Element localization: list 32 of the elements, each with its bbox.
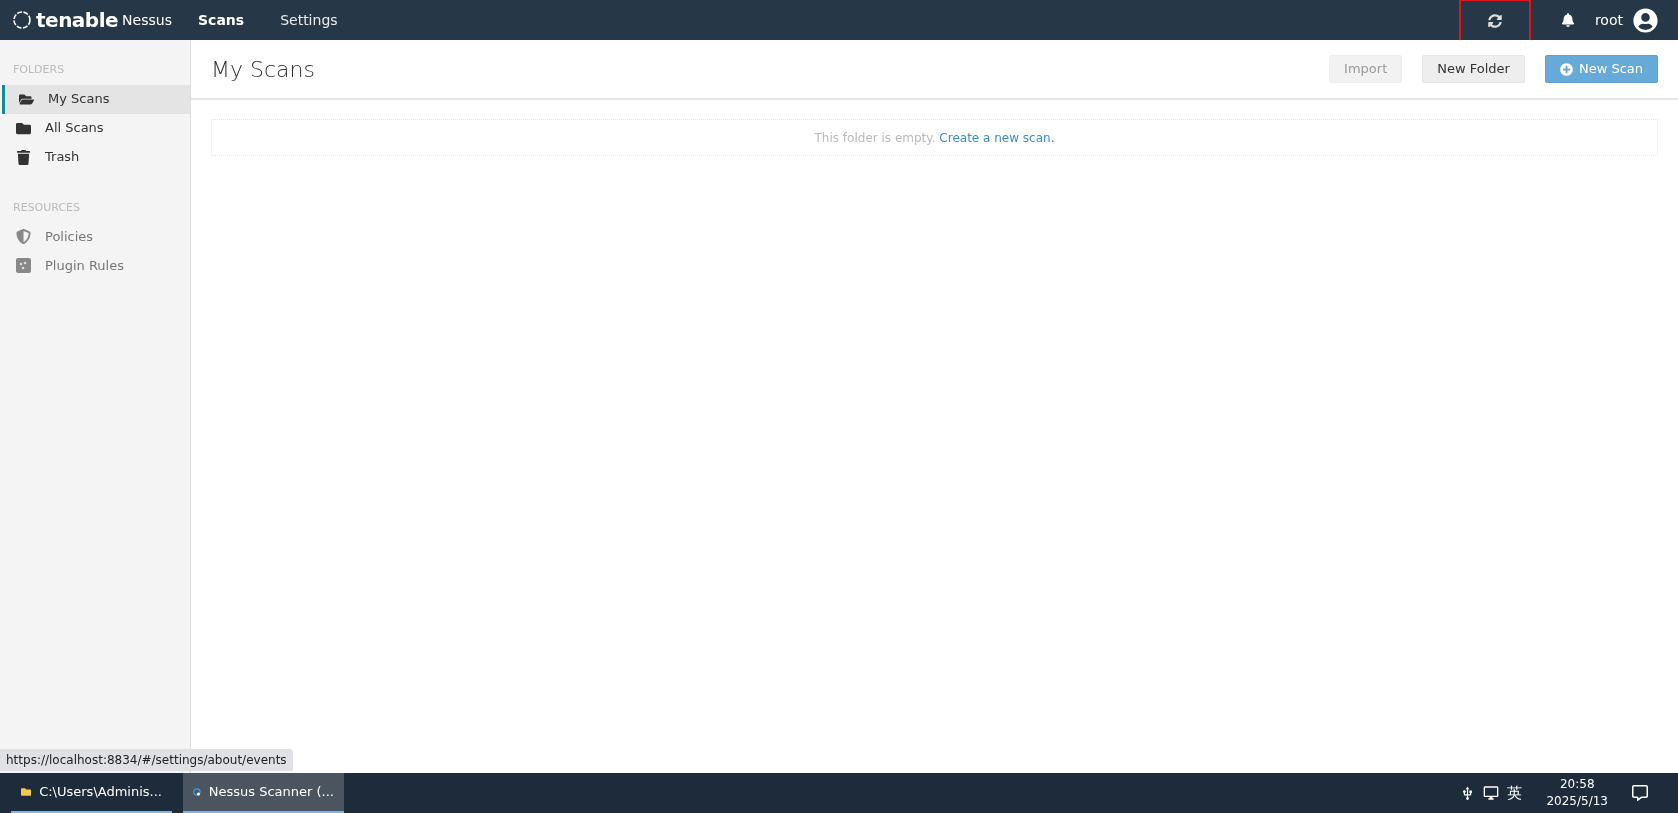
page-title: My Scans xyxy=(211,55,315,84)
sidebar-item[interactable]: All Scans xyxy=(2,113,190,143)
user-name[interactable]: root xyxy=(1594,9,1623,31)
product-name: Nessus xyxy=(122,10,172,30)
section-heading: RESOURCES xyxy=(12,199,81,216)
toolbar-button[interactable]: New Folder xyxy=(1422,55,1525,83)
folder-icon xyxy=(16,120,31,136)
notification-icon[interactable] xyxy=(1632,785,1648,801)
bell-icon[interactable] xyxy=(1560,13,1575,27)
brand-name: tenable xyxy=(36,7,119,34)
sidebar-item[interactable]: My Scans xyxy=(2,84,190,114)
plugin-rules-icon xyxy=(16,258,31,273)
nav-tab[interactable]: Scans xyxy=(198,9,245,31)
empty-message: This folder is empty. Create a new scan. xyxy=(814,129,1055,147)
sidebar-item[interactable]: Plugin Rules xyxy=(2,251,190,280)
shield-icon xyxy=(16,229,31,244)
avatar-icon[interactable] xyxy=(1633,7,1658,33)
status-url: https://localhost:8834/#/settings/about/events xyxy=(0,749,293,771)
plus-icon xyxy=(1559,62,1573,76)
trash-icon xyxy=(16,149,31,165)
clock[interactable]: 20:58 2025/5/13 xyxy=(1546,776,1608,810)
network-icon[interactable] xyxy=(1483,785,1500,801)
nav-tab[interactable]: Settings xyxy=(280,9,338,31)
taskbar-app[interactable]: C:\Users\Adminis... xyxy=(11,773,172,813)
logo-ring-icon xyxy=(12,10,32,30)
taskbar-app[interactable]: Nessus Scanner (... xyxy=(183,773,344,813)
ime-indicator[interactable]: 英 xyxy=(1507,781,1523,805)
sidebar-item[interactable]: Trash xyxy=(2,142,190,172)
refresh-icon xyxy=(1487,14,1502,28)
create-scan-link[interactable]: Create a new scan. xyxy=(939,130,1055,145)
sidebar-item[interactable]: Policies xyxy=(2,222,190,251)
section-heading: FOLDERS xyxy=(12,62,66,78)
